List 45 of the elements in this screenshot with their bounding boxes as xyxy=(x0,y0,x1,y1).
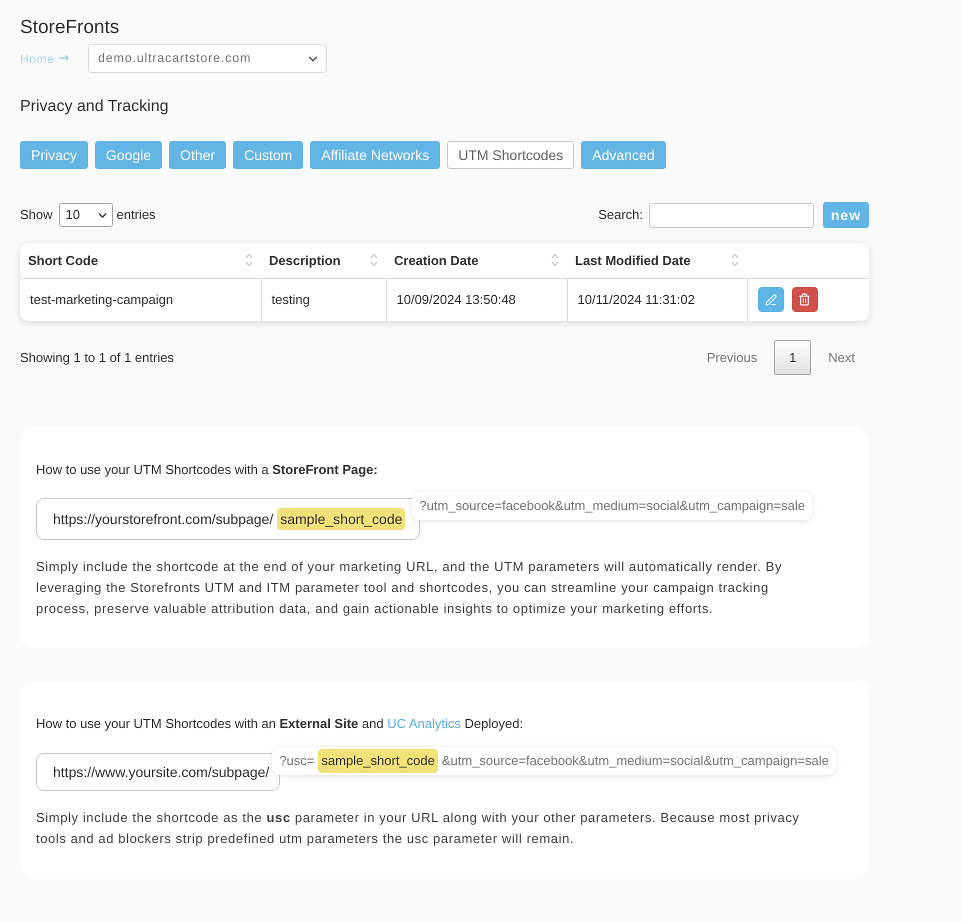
breadcrumb-separator: → xyxy=(58,50,70,68)
store-select[interactable]: demo.ultracartstore.com xyxy=(88,44,327,73)
search-field[interactable] xyxy=(649,202,814,228)
tab[interactable]: Custom xyxy=(233,141,304,169)
tab[interactable]: Google xyxy=(94,141,162,169)
new-button[interactable]: new xyxy=(823,202,869,228)
tab[interactable]: Affiliate Networks xyxy=(310,141,440,169)
column-header[interactable]: Last Modified Date xyxy=(567,243,747,278)
entries-label: entries xyxy=(116,206,156,224)
table-cell: test-marketing-campaign xyxy=(20,278,261,321)
url-text: https://yourstorefront.com/subpage/ xyxy=(53,510,274,528)
url-text: ?utm_source=facebook&utm_medium=social&utm_campaign=sale xyxy=(419,497,805,516)
table-cell: 10/09/2024 13:50:48 xyxy=(386,278,567,321)
delete-button[interactable] xyxy=(792,287,818,312)
code-highlight: sample_short_code xyxy=(277,508,406,530)
instruction-heading: How to use your UTM Shortcodes with an External Site and UC Analytics Deployed: xyxy=(36,715,524,733)
search-label: Search: xyxy=(598,206,643,224)
code-highlight: sample_short_code xyxy=(318,749,438,773)
table-cell: testing xyxy=(261,278,386,321)
column-header[interactable]: Short Code xyxy=(20,243,261,278)
show-label: Show xyxy=(20,206,53,224)
tab[interactable]: Privacy xyxy=(20,141,88,169)
page-button[interactable]: 1 xyxy=(774,340,812,375)
url-field[interactable]: https://www.yoursite.com/subpage/ xyxy=(36,753,280,791)
trash-icon xyxy=(798,293,811,306)
analytics-link[interactable]: UC Analytics xyxy=(387,716,461,731)
url-text: https://www.yoursite.com/subpage/ xyxy=(53,763,270,781)
pencil-icon xyxy=(764,294,776,306)
url-text: ?usc= xyxy=(279,752,314,770)
url-field[interactable]: https://yourstorefront.com/subpage/ sample_short_code xyxy=(36,498,420,540)
instruction-paragraph: Simply include the shortcode at the end of your marketing URL, and the UTM parameters will automatically render. By leveraging the Storefronts UTM and ITM parameter tool and shortcodes, you can streamline your campaign tracking process, preserve valuable attribution data, and gain actionable insights to optimize your marketing efforts. xyxy=(36,558,784,618)
edit-button[interactable] xyxy=(758,287,784,312)
tab[interactable]: UTM Shortcodes xyxy=(447,141,574,169)
page-length-select[interactable]: 10 xyxy=(58,203,113,227)
section-title: Privacy and Tracking xyxy=(20,97,170,117)
column-header[interactable]: Description xyxy=(261,243,386,278)
table-info: Showing 1 to 1 of 1 entries xyxy=(20,348,174,367)
page-title: StoreFronts xyxy=(20,16,120,40)
column-header[interactable]: Creation Date xyxy=(386,243,567,278)
tab[interactable]: Advanced xyxy=(581,141,666,169)
instruction-heading: How to use your UTM Shortcodes with a StoreFront Page: xyxy=(36,461,379,479)
instruction-paragraph: Simply include the shortcode as the usc parameter in your URL along with your other parameters. Because most privacy tools and ad blockers strip predefined utm parameters the usc parameter will remain. xyxy=(36,809,801,848)
tab[interactable]: Other xyxy=(169,141,226,169)
url-text: &utm_source=facebook&utm_medium=social&utm_campaign=sale xyxy=(442,752,829,770)
table-cell: 10/11/2024 11:31:02 xyxy=(567,278,747,321)
